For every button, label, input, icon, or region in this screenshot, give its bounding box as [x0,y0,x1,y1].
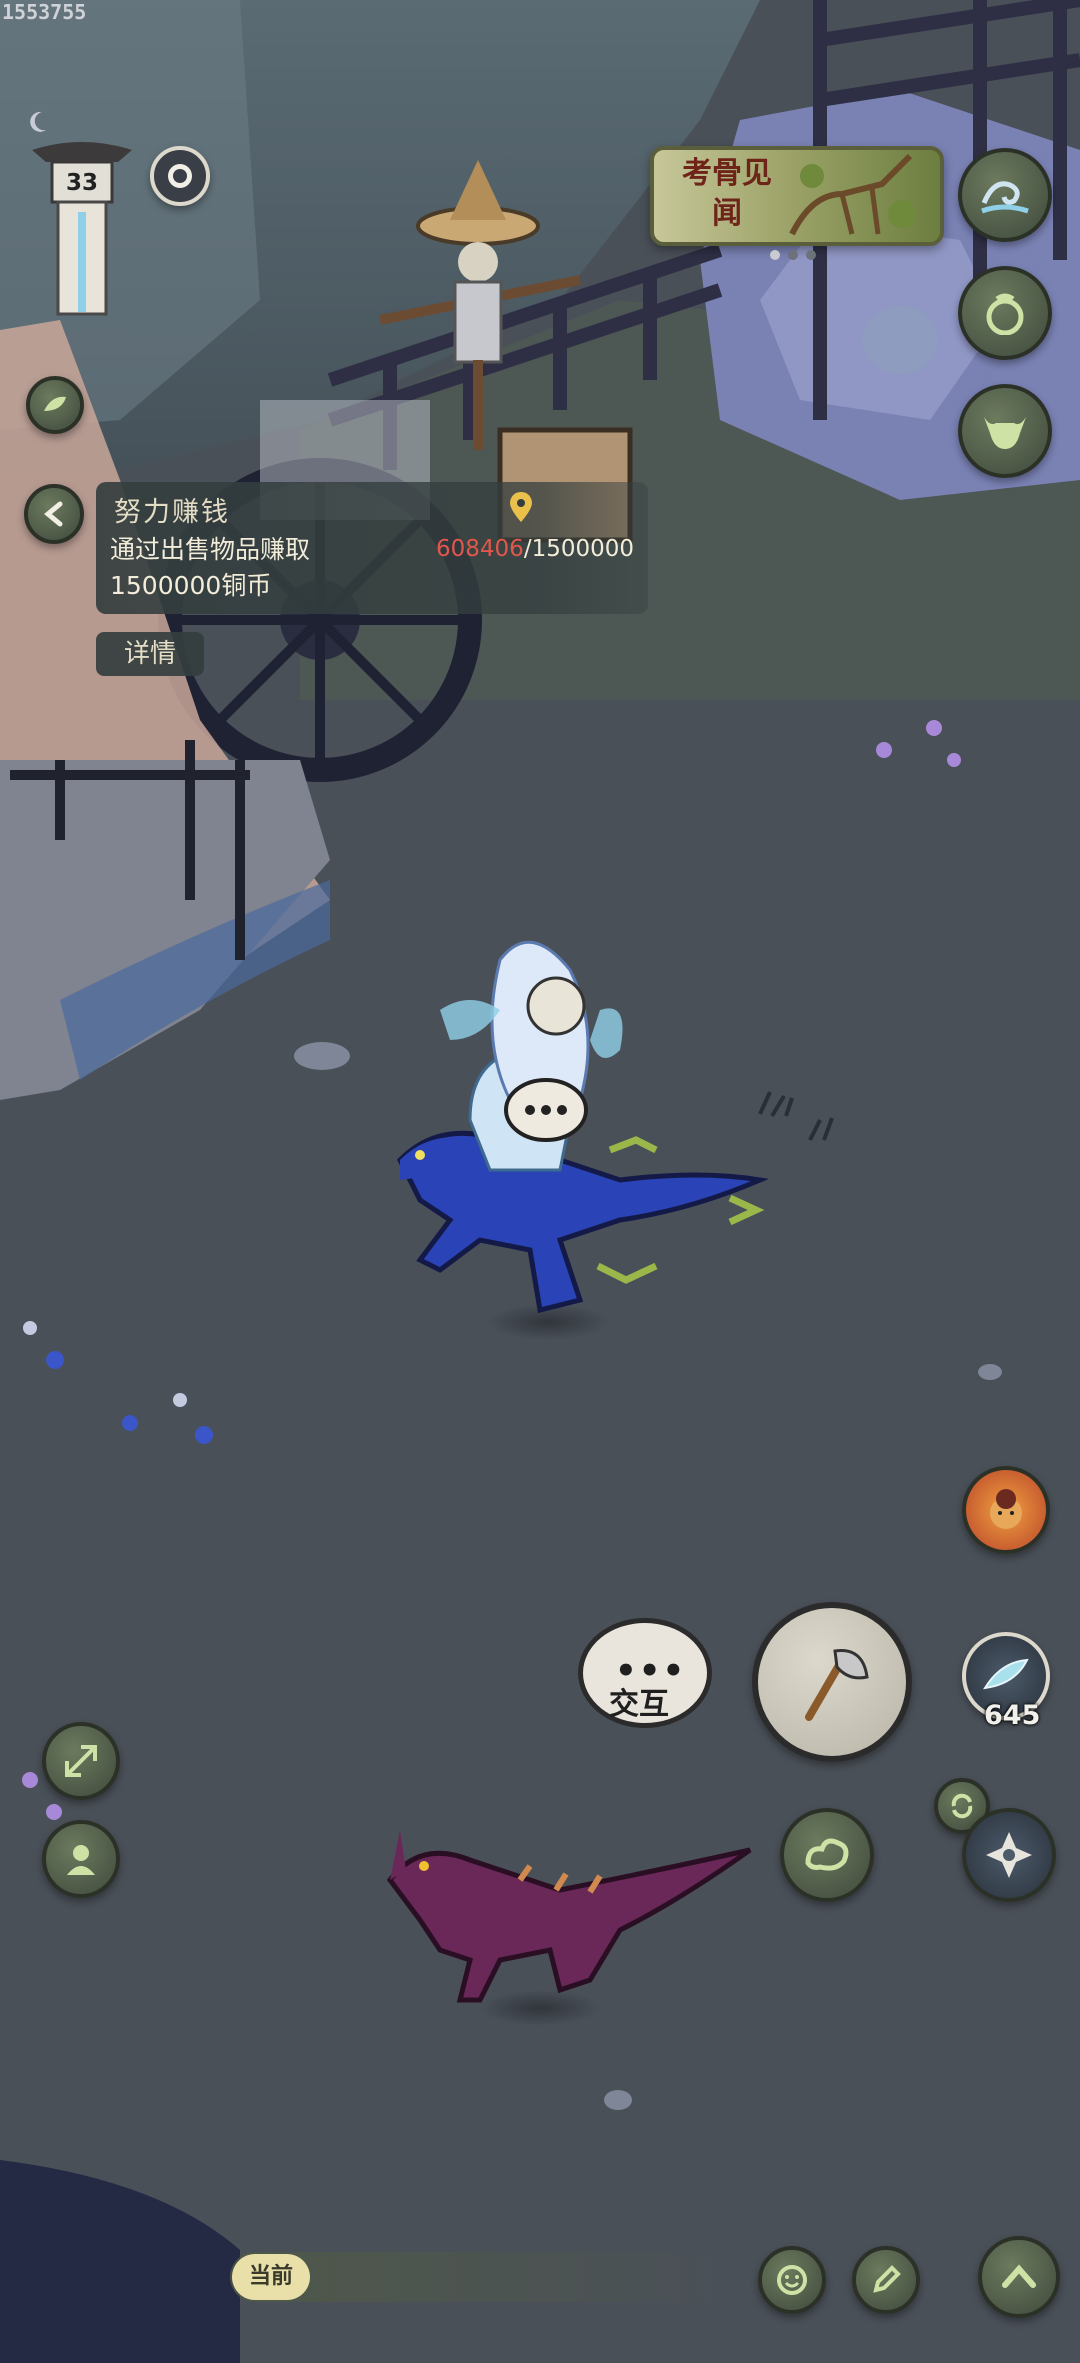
lantern-pillar-icon[interactable]: 33 [22,140,142,325]
back-button[interactable] [24,484,84,544]
chevron-left-icon [44,501,63,527]
expand-arrows-icon [65,1745,97,1777]
quest-tracker[interactable]: 努力赚钱 通过出售物品赚取1500000铜币 608406/1500000 [96,482,648,614]
player-level: 33 [65,170,98,196]
quest-progress-separator: / [523,536,532,562]
expand-button[interactable] [42,1722,120,1800]
buddha-portrait-button[interactable] [962,1466,1050,1554]
smile-icon [777,2265,807,2295]
current-channel-tag[interactable]: 当前 [232,2254,310,2300]
leaf-icon [44,396,66,411]
cloud-swirl-icon [805,1838,849,1871]
location-pin-icon[interactable] [508,490,534,524]
chevron-up-icon [1002,2264,1036,2288]
expand-menu-button[interactable] [978,2236,1060,2318]
id-watermark: 1553755 [2,0,87,24]
leaf-button[interactable] [26,376,84,434]
cloud-skill-button[interactable] [780,1808,874,1902]
edit-button[interactable] [852,2246,920,2314]
frog-statue [862,306,938,374]
compass-icon [986,1832,1032,1878]
ox-button[interactable] [958,384,1052,478]
moon-icon [30,111,46,132]
ox-head-icon [984,417,1026,449]
quest-progress-current: 608406 [436,536,524,562]
quest-progress-target: 1500000 [531,536,634,562]
pouch-icon [986,293,1024,335]
interact-button[interactable]: ••• 交互 [578,1618,712,1728]
buddha-portrait-icon [990,1489,1022,1529]
resource-count: 645 [984,1700,1041,1731]
interact-label: 交互 [609,1687,669,1722]
axe-icon [805,1649,869,1721]
feather-icon [983,1658,1029,1690]
refresh-icon [951,1793,973,1819]
banner-page-indicator [770,250,816,260]
quest-title: 努力赚钱 [114,497,230,528]
pouch-button[interactable] [958,266,1052,360]
compass-button[interactable] [962,1808,1056,1902]
wave-icon [981,181,1029,214]
dinosaur-skeleton-icon [789,154,916,236]
event-banner-title: 考骨见闻 [682,156,772,231]
day-night-icon[interactable] [150,146,210,206]
game-world[interactable] [0,0,1080,2363]
character-portrait-button[interactable] [42,1820,120,1898]
quest-description: 通过出售物品赚取1500000铜币 [110,535,311,600]
wave-button[interactable] [958,148,1052,242]
npc-speech-bubble [504,1078,588,1142]
axe-tool-button[interactable] [752,1602,912,1762]
game-scene[interactable]: 1553755 33 努力赚钱 通过出售物品赚取1500000铜币 608406… [0,0,1080,2363]
edit-icon [873,2265,901,2293]
event-banner[interactable]: 考骨见闻 [650,146,944,246]
character-portrait-icon [67,1845,95,1875]
quest-progress: 608406/1500000 [436,536,634,562]
quest-details-button[interactable]: 详情 [96,632,204,676]
emote-button[interactable] [758,2246,826,2314]
